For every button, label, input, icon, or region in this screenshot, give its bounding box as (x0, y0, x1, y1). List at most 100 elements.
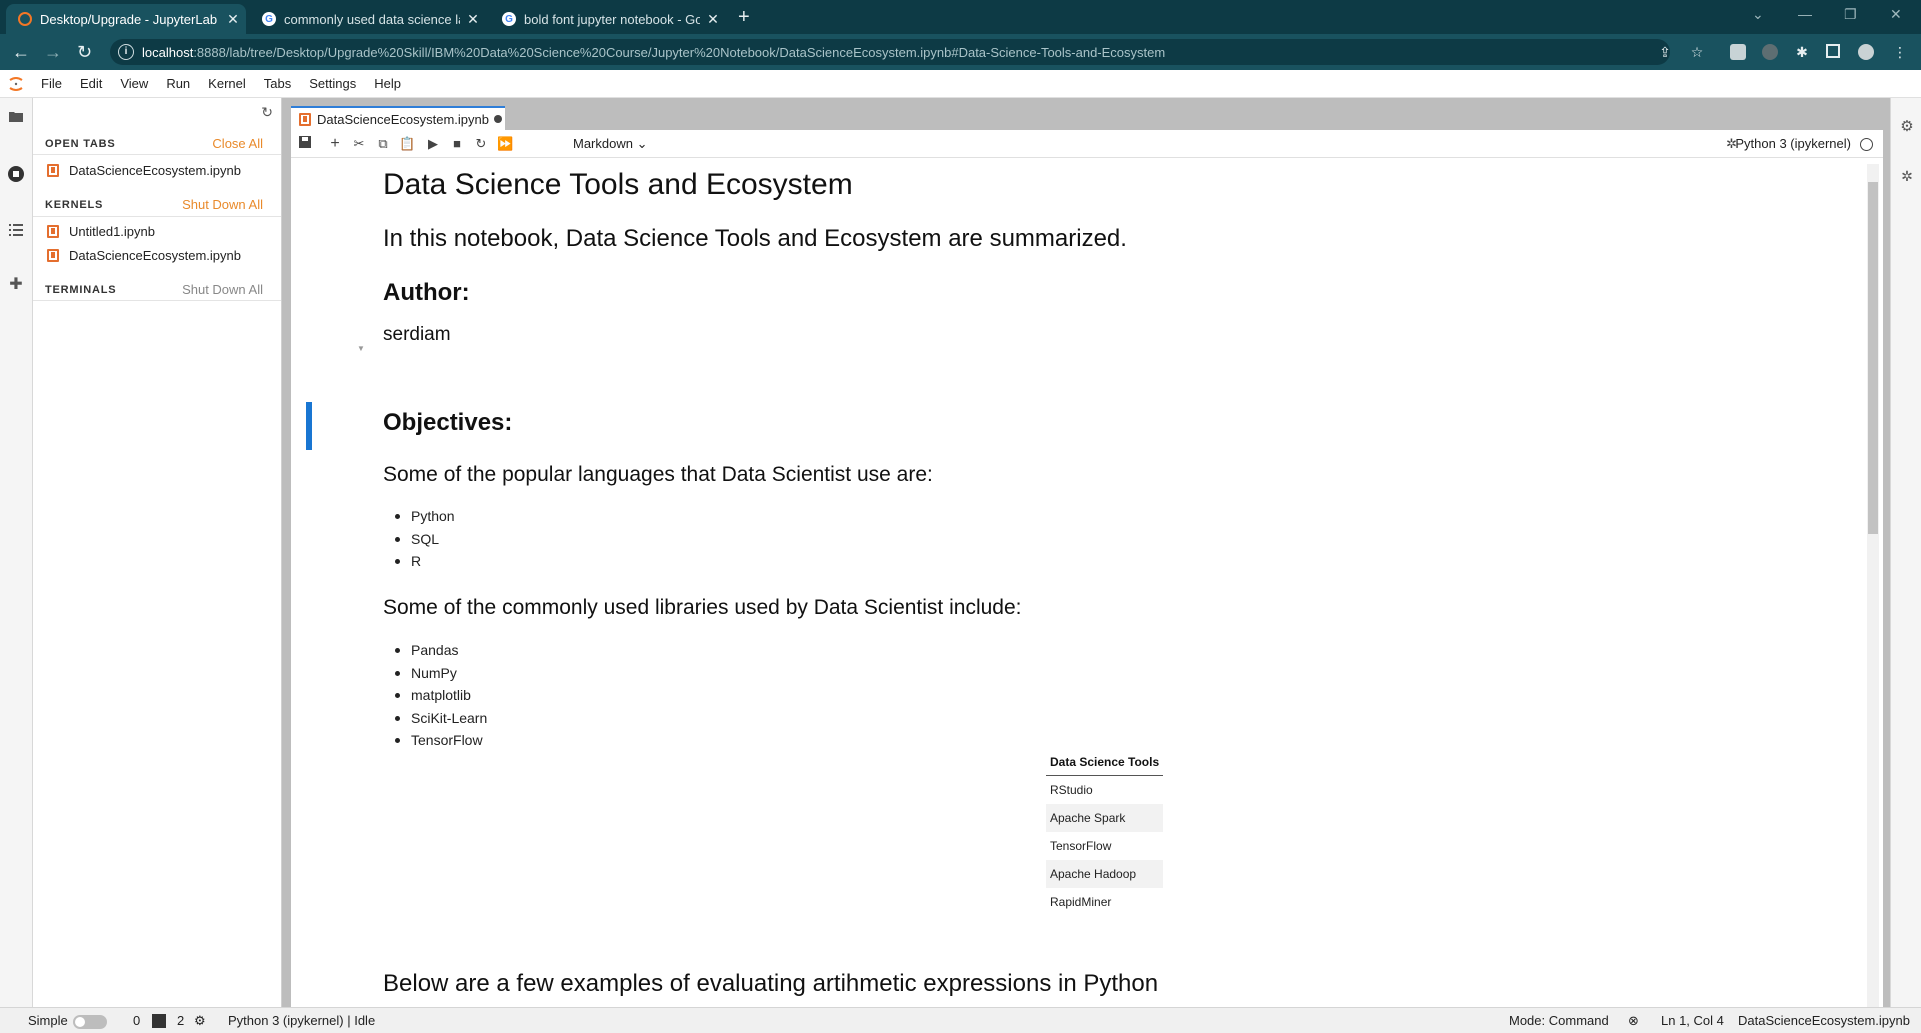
close-tab-icon[interactable]: ✕ (700, 11, 726, 28)
browser-toolbar: ← → ↻ i localhost:8888/lab/tree/Desktop/… (0, 34, 1921, 70)
google-favicon-icon: G (502, 12, 516, 26)
address-bar[interactable]: i localhost:8888/lab/tree/Desktop/Upgrad… (110, 39, 1670, 65)
running-kernels-icon[interactable] (6, 164, 26, 184)
menu-settings[interactable]: Settings (300, 76, 365, 91)
table-row: RStudio (1046, 776, 1163, 804)
new-tab-icon[interactable]: + (738, 6, 750, 29)
kernel-status-icon (1860, 138, 1873, 151)
unsaved-indicator-icon (493, 115, 502, 123)
profile-avatar[interactable] (1858, 44, 1874, 60)
terminals-shut-down-all-button[interactable]: Shut Down All (182, 282, 263, 297)
url-host: localhost (142, 44, 194, 60)
debugger-panel-icon[interactable]: ✲ (1897, 166, 1917, 186)
extension-icon[interactable] (1730, 44, 1746, 60)
folder-icon[interactable] (6, 106, 26, 126)
active-cell-marker (306, 402, 312, 450)
menu-edit[interactable]: Edit (71, 76, 111, 91)
interrupt-kernel-icon[interactable]: ■ (449, 136, 465, 152)
insert-cell-icon[interactable]: + (327, 136, 343, 152)
cut-icon[interactable]: ✂ (351, 136, 367, 152)
list-item: NumPy (383, 662, 487, 685)
refresh-icon[interactable]: ↻ (261, 104, 273, 121)
restore-icon[interactable]: ❐ (1844, 6, 1857, 23)
close-window-icon[interactable]: ✕ (1890, 6, 1902, 23)
list-item: SQL (383, 528, 455, 551)
share-icon[interactable]: ⇪ (1657, 44, 1673, 60)
side-panel-icon[interactable] (1826, 44, 1840, 58)
status-filename: DataScienceEcosystem.ipynb (1738, 1013, 1910, 1028)
kernel-status-text[interactable]: Python 3 (ipykernel) | Idle (228, 1013, 375, 1028)
table-row: Apache Hadoop (1046, 859, 1164, 888)
menu-kernel[interactable]: Kernel (199, 76, 255, 91)
table-row: TensorFlow (1046, 832, 1163, 860)
browser-tab-title: bold font jupyter notebook - Go (524, 11, 700, 27)
notebook-panel[interactable]: ▼ Data Science Tools and Ecosystem In th… (291, 158, 1883, 1007)
running-sessions-panel: ↻ OPEN TABS Close All DataScienceEcosyst… (33, 98, 282, 1007)
restart-run-all-icon[interactable]: ⏩ (497, 136, 513, 152)
close-all-button[interactable]: Close All (212, 136, 263, 151)
kernels-shut-down-all-button[interactable]: Shut Down All (182, 197, 263, 212)
intro-heading: In this notebook, Data Science Tools and… (383, 225, 1127, 252)
kernel-item[interactable]: DataScienceEcosystem.ipynb (47, 248, 241, 263)
kernel-gear-icon: ⚙ (194, 1013, 206, 1028)
notebook-document-tab[interactable]: DataScienceEcosystem.ipynb (291, 106, 505, 130)
grammar-extension-icon[interactable] (1762, 44, 1778, 60)
browser-tab-search-2[interactable]: G bold font jupyter notebook - Go ✕ (490, 4, 726, 34)
terminals-heading: TERMINALS (45, 284, 117, 296)
browser-tab-title: commonly used data science lan (284, 11, 460, 27)
restart-kernel-icon[interactable]: ↻ (473, 136, 489, 152)
menu-run[interactable]: Run (157, 76, 199, 91)
scrollbar-thumb[interactable] (1868, 182, 1878, 534)
run-cell-icon[interactable]: ▶ (425, 136, 441, 152)
paste-icon[interactable]: 📋 (399, 136, 415, 152)
terminals-count[interactable]: 0 (133, 1013, 140, 1028)
cursor-position[interactable]: Ln 1, Col 4 (1661, 1013, 1724, 1028)
cell-type-select[interactable]: Markdown ⌄ (573, 136, 648, 152)
tab-search-icon[interactable]: ⌄ (1752, 6, 1764, 23)
menu-help[interactable]: Help (365, 76, 410, 91)
jupyter-menubar: File Edit View Run Kernel Tabs Settings … (0, 70, 1921, 98)
forward-icon[interactable]: → (44, 42, 62, 63)
kernel-label: DataScienceEcosystem.ipynb (69, 248, 241, 263)
bookmark-star-icon[interactable]: ☆ (1689, 44, 1705, 60)
copy-icon[interactable]: ⧉ (375, 136, 391, 152)
simple-mode-toggle[interactable] (73, 1015, 107, 1029)
browser-tab-strip: Desktop/Upgrade - JupyterLab ✕ G commonl… (0, 0, 1921, 34)
browser-menu-icon[interactable]: ⋮ (1892, 44, 1908, 60)
minimize-icon[interactable]: — (1798, 6, 1812, 22)
divider (33, 300, 281, 301)
table-cell: TensorFlow (1050, 838, 1112, 853)
url-path: :8888/lab/tree/Desktop/Upgrade%20Skill/I… (193, 44, 1166, 60)
open-tab-item[interactable]: DataScienceEcosystem.ipynb (47, 163, 241, 178)
table-cell: RapidMiner (1050, 894, 1112, 909)
status-bar: Simple 0 2 ⚙ Python 3 (ipykernel) | Idle… (0, 1007, 1921, 1033)
close-tab-icon[interactable]: ✕ (220, 11, 246, 28)
save-icon[interactable] (297, 136, 313, 152)
notification-icon[interactable]: ⊗ (1628, 1013, 1639, 1029)
notebook-title: Data Science Tools and Ecosystem (383, 168, 853, 201)
menu-file[interactable]: File (32, 76, 71, 91)
objectives-heading: Objectives: (383, 409, 513, 436)
kernel-item[interactable]: Untitled1.ipynb (47, 224, 155, 239)
kernels-count[interactable]: 2 (177, 1013, 184, 1028)
browser-tab-search-1[interactable]: G commonly used data science lan ✕ (250, 4, 486, 34)
table-row: Apache Spark (1046, 803, 1164, 832)
table-of-contents-icon[interactable] (6, 220, 26, 240)
back-icon[interactable]: ← (12, 42, 30, 63)
notebook-scrollbar[interactable] (1867, 164, 1879, 1007)
notebook-toolbar: + ✂ ⧉ 📋 ▶ ■ ↻ ⏩ Markdown ⌄ ✲ Python 3 (i… (291, 130, 1883, 158)
property-inspector-icon[interactable]: ⚙ (1897, 116, 1917, 136)
languages-list: Python SQL R (383, 505, 455, 573)
extension-manager-icon[interactable]: ✚ (6, 274, 26, 294)
browser-tab-jupyterlab[interactable]: Desktop/Upgrade - JupyterLab ✕ (6, 4, 246, 34)
reload-icon[interactable]: ↻ (77, 42, 92, 63)
menu-view[interactable]: View (111, 76, 157, 91)
menu-tabs[interactable]: Tabs (255, 76, 300, 91)
close-tab-icon[interactable]: ✕ (460, 11, 486, 28)
kernel-name[interactable]: Python 3 (ipykernel) (1735, 136, 1851, 151)
simple-mode-label: Simple (28, 1013, 68, 1028)
table-row: RapidMiner (1046, 888, 1163, 916)
site-info-icon[interactable]: i (118, 44, 134, 60)
collapse-caret-icon[interactable]: ▼ (357, 344, 365, 353)
puzzle-extensions-icon[interactable]: ✱ (1794, 44, 1810, 60)
